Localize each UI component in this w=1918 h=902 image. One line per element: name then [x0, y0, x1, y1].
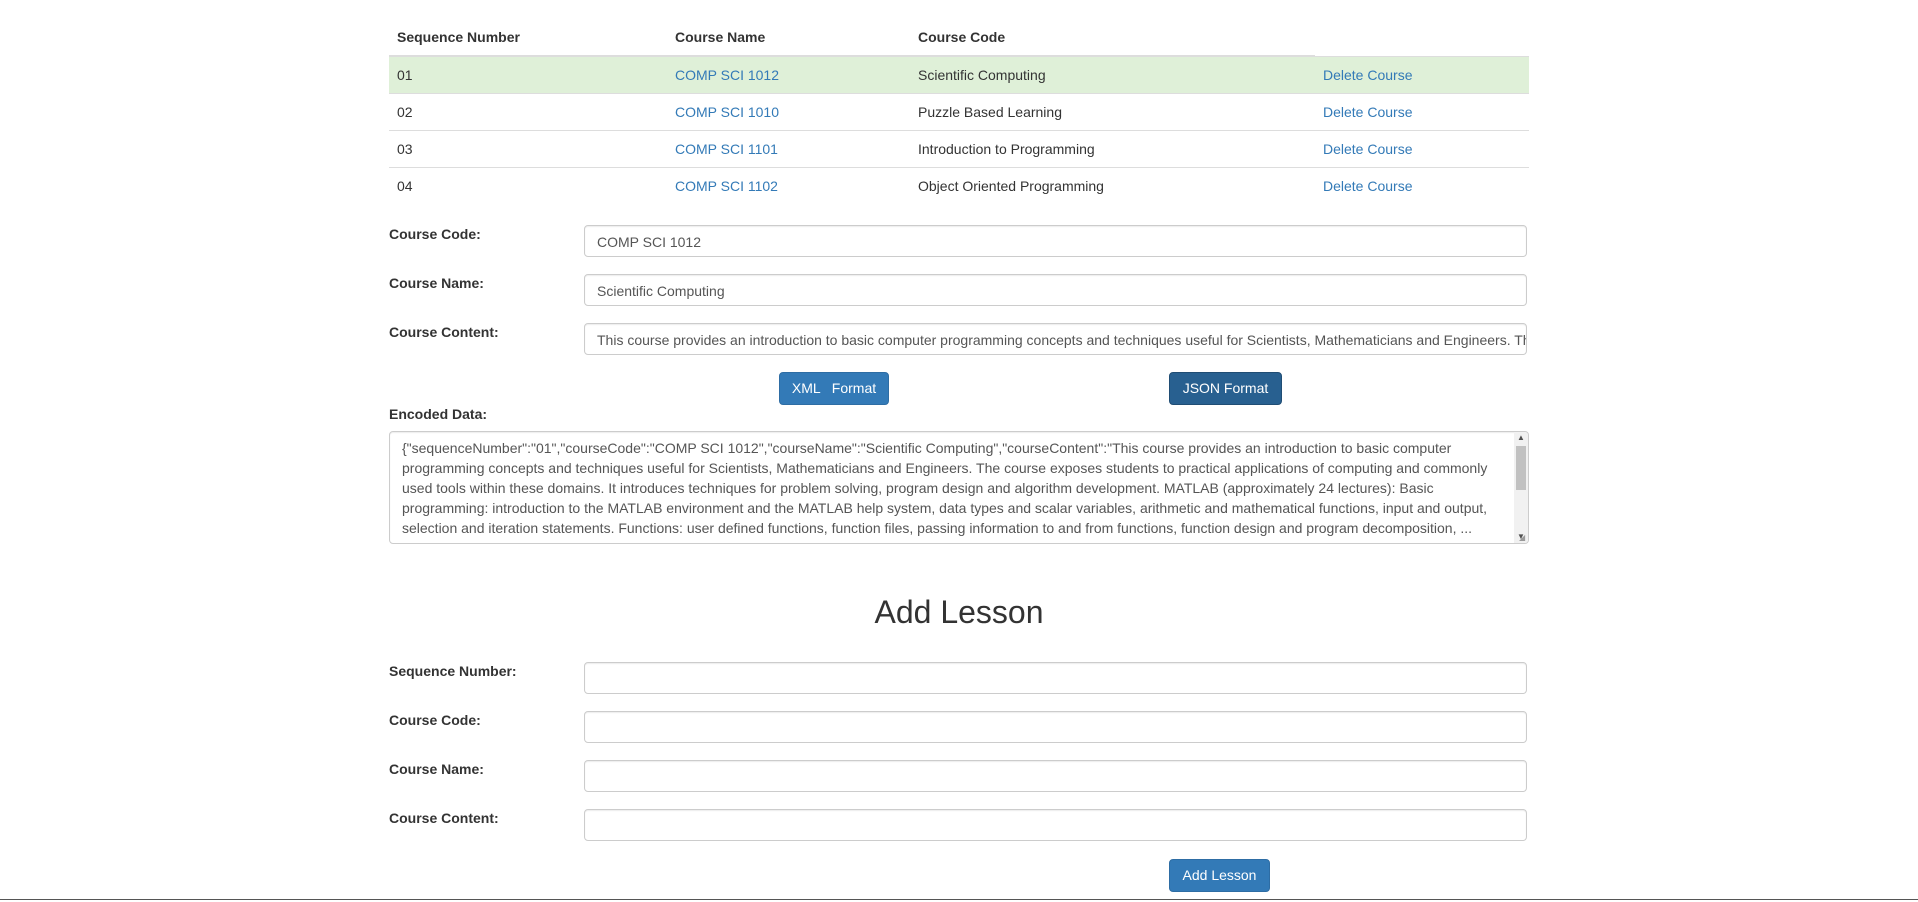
add-lesson-title: Add Lesson — [874, 594, 1044, 630]
cell-actions: Delete Course — [1315, 167, 1529, 204]
header-course-name: Course Name — [667, 23, 910, 57]
page-bottom-divider — [0, 899, 1918, 900]
header-sequence-number: Sequence Number — [389, 23, 667, 57]
lesson-course-content-row: Course Content: — [389, 809, 1529, 843]
cell-course-title: Object Oriented Programming — [910, 167, 1315, 204]
course-code-input[interactable]: COMP SCI 1012 — [584, 225, 1527, 257]
add-lesson-form: Sequence Number: Course Code: Course Nam… — [389, 662, 1529, 858]
cell-actions: Delete Course — [1315, 93, 1529, 131]
encoded-scrollbar[interactable]: ▲ ▼ — [1514, 432, 1528, 543]
sequence-number-label: Sequence Number: — [389, 663, 517, 679]
course-name-row: Course Name: Scientific Computing — [389, 274, 1529, 308]
cell-course-link: COMP SCI 1010 — [667, 93, 910, 131]
delete-course-link[interactable]: Delete Course — [1323, 104, 1413, 120]
course-content-input[interactable]: This course provides an introduction to … — [584, 323, 1527, 355]
cell-actions: Delete Course — [1315, 55, 1529, 94]
table-row[interactable]: 04 COMP SCI 1102 Object Oriented Program… — [389, 167, 1529, 204]
lesson-course-code-input[interactable] — [584, 711, 1527, 743]
delete-course-link[interactable]: Delete Course — [1323, 67, 1413, 83]
course-table: Sequence Number Course Name Course Code … — [389, 23, 1529, 204]
table-row[interactable]: 01 COMP SCI 1012 Scientific Computing De… — [389, 55, 1529, 94]
cell-course-link: COMP SCI 1012 — [667, 55, 910, 94]
course-name-label: Course Name: — [389, 275, 484, 291]
course-content-label: Course Content: — [389, 324, 499, 340]
course-link[interactable]: COMP SCI 1101 — [675, 141, 778, 157]
lesson-course-name-input[interactable] — [584, 760, 1527, 792]
course-link[interactable]: COMP SCI 1010 — [675, 104, 779, 120]
cell-course-link: COMP SCI 1101 — [667, 130, 910, 168]
cell-sequence: 04 — [389, 167, 667, 204]
delete-course-link[interactable]: Delete Course — [1323, 178, 1413, 194]
cell-sequence: 02 — [389, 93, 667, 131]
header-actions — [1315, 23, 1529, 56]
table-row[interactable]: 03 COMP SCI 1101 Introduction to Program… — [389, 130, 1529, 168]
course-code-row: Course Code: COMP SCI 1012 — [389, 225, 1529, 259]
lesson-course-content-input[interactable] — [584, 809, 1527, 841]
table-header-row: Sequence Number Course Name Course Code — [389, 23, 1529, 57]
lesson-course-code-row: Course Code: — [389, 711, 1529, 745]
course-code-label: Course Code: — [389, 226, 481, 242]
scroll-thumb[interactable] — [1516, 446, 1526, 490]
encoded-data-text: {"sequenceNumber":"01","courseCode":"COM… — [402, 440, 1488, 536]
lesson-course-code-label: Course Code: — [389, 712, 481, 728]
course-name-input[interactable]: Scientific Computing — [584, 274, 1527, 306]
edit-course-form: Course Code: COMP SCI 1012 Course Name: … — [389, 225, 1529, 372]
delete-course-link[interactable]: Delete Course — [1323, 141, 1413, 157]
lesson-course-name-label: Course Name: — [389, 761, 484, 777]
main-container: Sequence Number Course Name Course Code … — [389, 0, 1529, 892]
table-row[interactable]: 02 COMP SCI 1010 Puzzle Based Learning D… — [389, 93, 1529, 131]
cell-course-title: Introduction to Programming — [910, 130, 1315, 168]
json-format-button[interactable]: JSON Format — [1169, 372, 1282, 405]
header-course-code: Course Code — [910, 23, 1315, 57]
cell-actions: Delete Course — [1315, 130, 1529, 168]
encoded-data-textarea[interactable]: {"sequenceNumber":"01","courseCode":"COM… — [389, 431, 1529, 544]
course-link[interactable]: COMP SCI 1102 — [675, 178, 778, 194]
cell-course-title: Puzzle Based Learning — [910, 93, 1315, 131]
course-link[interactable]: COMP SCI 1012 — [675, 67, 779, 83]
cell-sequence: 03 — [389, 130, 667, 168]
resize-grip-icon[interactable]: ◢ — [1519, 534, 1527, 542]
cell-course-link: COMP SCI 1102 — [667, 167, 910, 204]
encoded-data-label: Encoded Data: — [389, 406, 488, 422]
sequence-number-input[interactable] — [584, 662, 1527, 694]
scroll-up-arrow-icon[interactable]: ▲ — [1514, 432, 1528, 444]
sequence-number-row: Sequence Number: — [389, 662, 1529, 696]
course-content-row: Course Content: This course provides an … — [389, 323, 1529, 357]
cell-course-title: Scientific Computing — [910, 55, 1315, 94]
lesson-course-content-label: Course Content: — [389, 810, 499, 826]
xml-format-button[interactable]: XML Format — [779, 372, 889, 405]
add-lesson-button[interactable]: Add Lesson — [1169, 859, 1270, 892]
lesson-course-name-row: Course Name: — [389, 760, 1529, 794]
cell-sequence: 01 — [389, 55, 667, 94]
